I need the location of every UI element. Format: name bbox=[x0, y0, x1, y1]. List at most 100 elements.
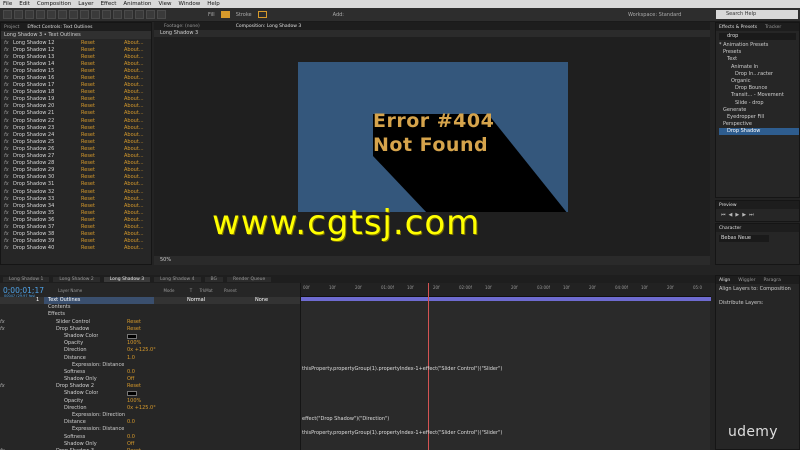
property-value[interactable]: Reset bbox=[127, 319, 141, 326]
about-button[interactable]: About... bbox=[124, 96, 144, 102]
timeline-tab[interactable]: Render Queue bbox=[227, 276, 272, 282]
property-row[interactable]: Shadow Color bbox=[0, 390, 300, 397]
tab-composition[interactable]: Composition: Long Shadow 3 bbox=[236, 24, 301, 29]
about-button[interactable]: About... bbox=[124, 210, 144, 216]
effect-row[interactable]: fx Drop Shadow 22 Reset About... bbox=[1, 117, 151, 124]
effect-row[interactable]: fx Drop Shadow 31 Reset About... bbox=[1, 181, 151, 188]
property-value[interactable]: 0.0 bbox=[127, 434, 135, 441]
menu-composition[interactable]: Composition bbox=[37, 1, 71, 7]
effect-row[interactable]: fx Drop Shadow 12 Reset About... bbox=[1, 46, 151, 53]
menu-animation[interactable]: Animation bbox=[123, 1, 151, 7]
effect-row[interactable]: fx Drop Shadow 32 Reset About... bbox=[1, 188, 151, 195]
about-button[interactable]: About... bbox=[124, 61, 144, 67]
effects-tree-item[interactable]: Animate In bbox=[719, 64, 799, 71]
reset-button[interactable]: Reset bbox=[81, 103, 124, 109]
effects-tree-item[interactable]: Drop Bounce bbox=[719, 85, 799, 92]
reset-button[interactable]: Reset bbox=[81, 167, 124, 173]
reset-button[interactable]: Reset bbox=[81, 160, 124, 166]
reset-button[interactable]: Reset bbox=[81, 40, 124, 46]
property-value[interactable]: 100% bbox=[127, 340, 141, 347]
next-frame-icon[interactable]: ▶ bbox=[742, 212, 746, 218]
tab-paragraph[interactable]: Paragra bbox=[763, 278, 780, 283]
about-button[interactable]: About... bbox=[124, 89, 144, 95]
home-icon[interactable] bbox=[3, 10, 12, 19]
about-button[interactable]: About... bbox=[124, 189, 144, 195]
property-row[interactable]: Opacity 100% bbox=[0, 398, 300, 405]
effect-row[interactable]: fx Drop Shadow 36 Reset About... bbox=[1, 216, 151, 223]
effects-tree-item[interactable]: Transit... - Movement bbox=[719, 92, 799, 99]
reset-button[interactable]: Reset bbox=[81, 89, 124, 95]
about-button[interactable]: About... bbox=[124, 153, 144, 159]
fill-label[interactable]: Fill bbox=[208, 12, 215, 18]
menu-effect[interactable]: Effect bbox=[101, 1, 117, 7]
menu-edit[interactable]: Edit bbox=[19, 1, 30, 7]
effect-row[interactable]: fx Drop Shadow 40 Reset About... bbox=[1, 245, 151, 252]
tab-project[interactable]: Project bbox=[4, 25, 19, 30]
effects-tree-item[interactable]: Drop In...racter bbox=[719, 71, 799, 78]
fill-swatch[interactable] bbox=[220, 11, 230, 18]
effects-tree-item[interactable]: Generate bbox=[719, 107, 799, 114]
tab-effect-controls[interactable]: Effect Controls: Text Outlines bbox=[27, 25, 92, 30]
property-row[interactable]: Softness 0.0 bbox=[0, 369, 300, 376]
col-mode[interactable]: Mode bbox=[164, 288, 175, 293]
puppet-tool-icon[interactable] bbox=[157, 10, 166, 19]
effect-row[interactable]: fx Drop Shadow 27 Reset About... bbox=[1, 153, 151, 160]
property-value[interactable]: Off bbox=[127, 376, 134, 383]
prev-frame-icon[interactable]: ◀ bbox=[729, 212, 733, 218]
reset-button[interactable]: Reset bbox=[81, 174, 124, 180]
rotate-tool-icon[interactable] bbox=[47, 10, 56, 19]
property-row[interactable]: Softness 0.0 bbox=[0, 434, 300, 441]
reset-button[interactable]: Reset bbox=[81, 132, 124, 138]
reset-button[interactable]: Reset bbox=[81, 110, 124, 116]
effect-row[interactable]: fx Drop Shadow 28 Reset About... bbox=[1, 160, 151, 167]
property-row[interactable]: fx Drop Shadow Reset bbox=[0, 326, 300, 333]
clone-tool-icon[interactable] bbox=[124, 10, 133, 19]
reset-button[interactable]: Reset bbox=[81, 118, 124, 124]
zoom-select[interactable]: 50% bbox=[160, 257, 171, 263]
tab-align[interactable]: Align bbox=[719, 278, 730, 283]
reset-button[interactable]: Reset bbox=[81, 153, 124, 159]
col-layer-name[interactable]: Layer Name bbox=[58, 288, 82, 293]
property-row[interactable]: Expression: Distance bbox=[0, 426, 300, 433]
type-tool-icon[interactable] bbox=[102, 10, 111, 19]
property-row[interactable]: Expression: Distance bbox=[0, 362, 300, 369]
effects-search-input[interactable]: drop bbox=[719, 33, 796, 40]
effect-row[interactable]: fx Drop Shadow 17 Reset About... bbox=[1, 82, 151, 89]
reset-button[interactable]: Reset bbox=[81, 54, 124, 60]
tab-wiggler[interactable]: Wiggler bbox=[738, 278, 755, 283]
effect-row[interactable]: fx Drop Shadow 34 Reset About... bbox=[1, 202, 151, 209]
search-help-input[interactable]: Search Help bbox=[716, 10, 798, 19]
col-trkmat[interactable]: TrkMat bbox=[199, 288, 212, 293]
property-value[interactable]: 0.0 bbox=[127, 369, 135, 376]
color-swatch[interactable] bbox=[127, 391, 137, 397]
layer-name[interactable]: Text Outlines bbox=[44, 297, 154, 305]
reset-button[interactable]: Reset bbox=[81, 68, 124, 74]
effect-row[interactable]: fx Drop Shadow 33 Reset About... bbox=[1, 195, 151, 202]
timeline-tab[interactable]: Long Shadow 2 bbox=[53, 276, 100, 282]
about-button[interactable]: About... bbox=[124, 217, 144, 223]
layer-mode[interactable]: Normal bbox=[187, 297, 205, 304]
effects-tree-item[interactable]: Presets bbox=[719, 49, 799, 56]
property-value[interactable]: 0x +125.0° bbox=[127, 347, 156, 354]
comp-text[interactable]: Error #404 Not Found bbox=[373, 109, 494, 157]
timeline-tab[interactable]: Long Shadow 1 bbox=[3, 276, 50, 282]
effect-row[interactable]: fx Drop Shadow 25 Reset About... bbox=[1, 138, 151, 145]
tab-character[interactable]: Character bbox=[719, 226, 741, 231]
about-button[interactable]: About... bbox=[124, 68, 144, 74]
reset-button[interactable]: Reset bbox=[81, 245, 124, 251]
reset-button[interactable]: Reset bbox=[81, 238, 124, 244]
property-row[interactable]: fx Drop Shadow 2 Reset bbox=[0, 383, 300, 390]
last-frame-icon[interactable]: ⏭ bbox=[749, 212, 754, 218]
selection-tool-icon[interactable] bbox=[14, 10, 23, 19]
menu-help[interactable]: Help bbox=[207, 1, 220, 7]
property-row[interactable]: Expression: Direction bbox=[0, 412, 300, 419]
reset-button[interactable]: Reset bbox=[81, 47, 124, 53]
menu-file[interactable]: File bbox=[3, 1, 12, 7]
time-ruler[interactable]: 00f 10f 20f 01:00f 10f 20f 02:00f 10f 20f 03:00f 1… bbox=[301, 283, 711, 297]
zoom-tool-icon[interactable] bbox=[36, 10, 45, 19]
effects-tree-item[interactable]: Drop Shadow bbox=[719, 128, 799, 136]
about-button[interactable]: About... bbox=[124, 174, 144, 180]
about-button[interactable]: About... bbox=[124, 160, 144, 166]
tab-preview[interactable]: Preview bbox=[719, 203, 737, 208]
mask-tool-icon[interactable] bbox=[80, 10, 89, 19]
